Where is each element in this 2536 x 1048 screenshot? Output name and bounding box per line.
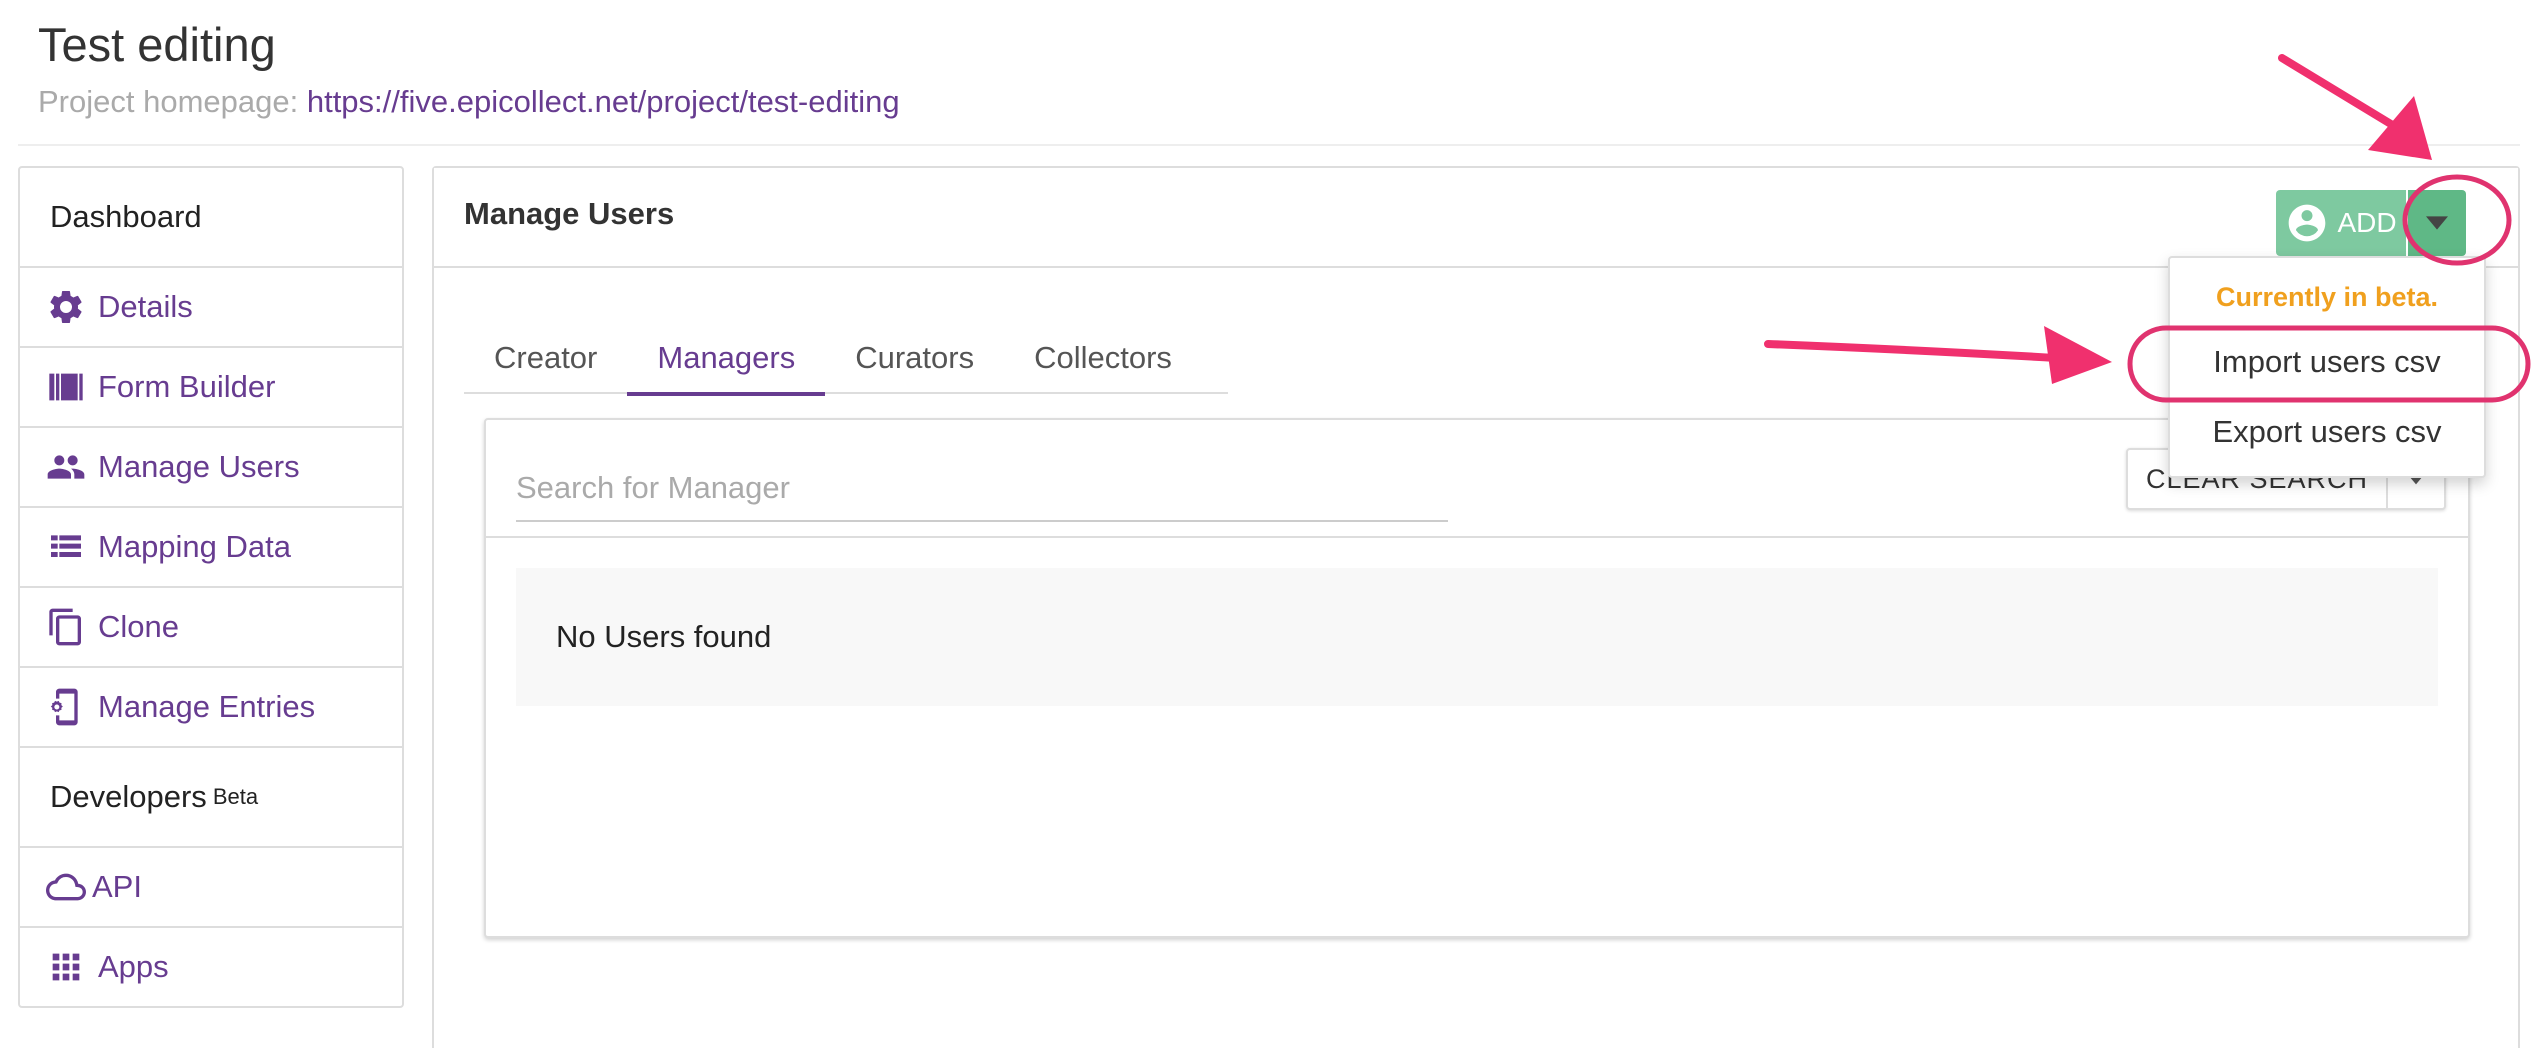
gear-icon [44,285,88,329]
dropdown-beta-header: Currently in beta. [2215,282,2439,312]
users-card: CLEAR SEARCH No Users found [484,418,2470,938]
sidebar-item-details[interactable]: Details [20,268,402,348]
panel-heading: Manage Users ADD [434,168,2518,268]
tab-collectors[interactable]: Collectors [1004,322,1202,394]
sidebar-item-label: Manage Users [98,449,300,484]
sidebar-item-label: API [92,869,142,904]
sidebar-item-label: Clone [98,609,179,644]
phone-settings-icon [44,685,88,729]
sidebar: Dashboard Details Form Builder Manage Us… [18,166,404,1008]
page-header: Test editing Project homepage: https://f… [38,12,900,122]
sidebar-item-label: Apps [98,949,169,984]
sidebar-heading-label: Developers [50,779,207,814]
add-dropdown-menu: Currently in beta. Import users csv Expo… [2168,256,2486,478]
header-divider [18,144,2520,146]
sidebar-item-label: Manage Entries [98,689,316,724]
sidebar-heading-developers: Developers Beta [20,748,402,848]
sidebar-item-manage-users[interactable]: Manage Users [20,428,402,508]
homepage-label: Project homepage: [38,84,299,119]
sidebar-item-label: Details [98,289,193,324]
role-tabs: Creator Managers Curators Collectors [464,322,1228,396]
page-title: Test editing [38,18,276,71]
account-circle-icon [2289,204,2326,242]
sidebar-item-form-builder[interactable]: Form Builder [20,348,402,428]
sidebar-item-label: Form Builder [98,369,276,404]
add-user-button[interactable]: ADD [2276,190,2406,256]
sidebar-item-clone[interactable]: Clone [20,588,402,668]
cloud-icon [44,865,88,909]
sidebar-item-label: Mapping Data [98,529,292,564]
sidebar-item-apps[interactable]: Apps [20,928,402,1006]
caret-down-icon [2426,216,2448,230]
tab-curators[interactable]: Curators [825,322,1004,394]
sidebar-item-manage-entries[interactable]: Manage Entries [20,668,402,748]
export-users-csv-item[interactable]: Export users csv [2170,414,2484,450]
form-builder-icon [44,365,88,409]
copy-icon [44,605,88,649]
users-icon [44,445,88,489]
tab-managers[interactable]: Managers [627,322,826,396]
panel-title: Manage Users [464,196,675,231]
import-users-csv-item[interactable]: Import users csv [2170,344,2484,380]
empty-state: No Users found [516,568,2438,706]
add-dropdown-toggle[interactable] [2408,190,2466,256]
add-label: ADD [2337,207,2397,238]
homepage-link[interactable]: https://five.epicollect.net/project/test… [307,84,900,119]
search-input[interactable] [516,456,1448,522]
beta-badge: Beta [212,784,259,809]
project-homepage: Project homepage: https://five.epicollec… [38,82,900,122]
apps-grid-icon [44,945,88,989]
sidebar-heading-dashboard: Dashboard [20,168,402,268]
sidebar-item-api[interactable]: API [20,848,402,928]
list-icon [44,525,88,569]
sidebar-heading-label: Dashboard [50,199,202,234]
sidebar-item-mapping-data[interactable]: Mapping Data [20,508,402,588]
tab-creator[interactable]: Creator [464,322,627,394]
